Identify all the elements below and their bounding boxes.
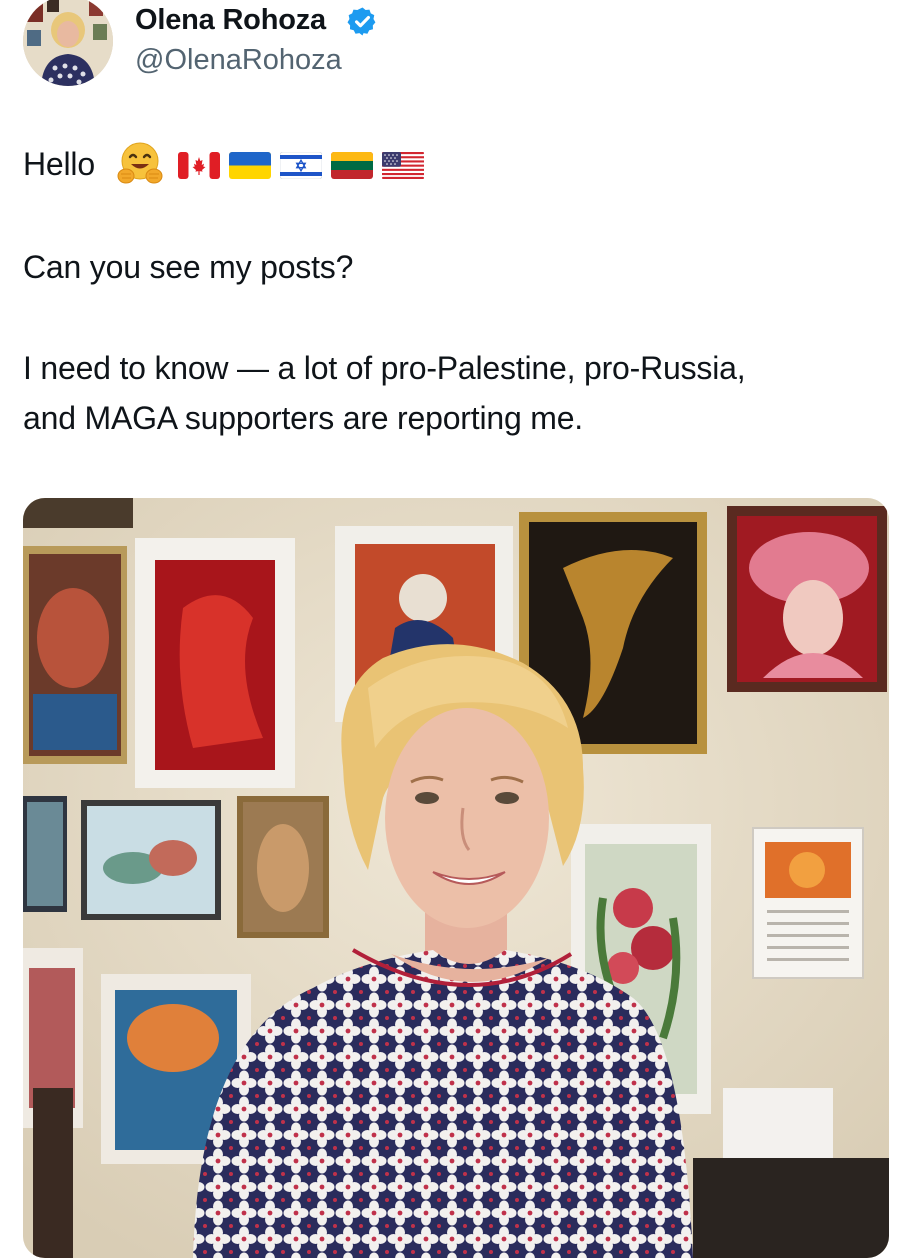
author-display-name[interactable]: Olena Rohoza <box>135 2 326 38</box>
tweet-text-line-3: I need to know — a lot of pro-Palestine,… <box>23 350 746 386</box>
flag-ukraine-icon <box>229 152 271 179</box>
calendar <box>752 827 864 979</box>
flag-lithuania-icon <box>331 152 373 179</box>
flag-canada-icon <box>178 152 220 179</box>
flag-united-states-icon <box>382 152 424 179</box>
painting-red-dancer <box>135 538 295 788</box>
painting-figure <box>237 796 329 938</box>
hugging-face-icon <box>116 140 164 188</box>
tweet: Olena Rohoza @OlenaRohoza Hello Can you … <box>0 0 911 1258</box>
painting-pink-hat <box>727 506 887 692</box>
tweet-text-line-4: and MAGA supporters are reporting me. <box>23 400 583 436</box>
flag-israel-icon <box>280 152 322 179</box>
photo-illustration <box>23 498 889 1258</box>
tweet-photo[interactable] <box>23 498 889 1258</box>
painting-madonna <box>23 546 127 764</box>
tweet-text-question: Can you see my posts? <box>23 249 354 285</box>
painting-small-left <box>23 796 67 912</box>
tweet-text-greeting: Hello <box>23 146 95 182</box>
verified-badge-icon <box>347 6 378 37</box>
avatar-image <box>23 0 113 86</box>
author-handle[interactable]: @OlenaRohoza <box>135 43 342 77</box>
avatar[interactable] <box>23 0 113 86</box>
painting-birds <box>81 800 221 920</box>
